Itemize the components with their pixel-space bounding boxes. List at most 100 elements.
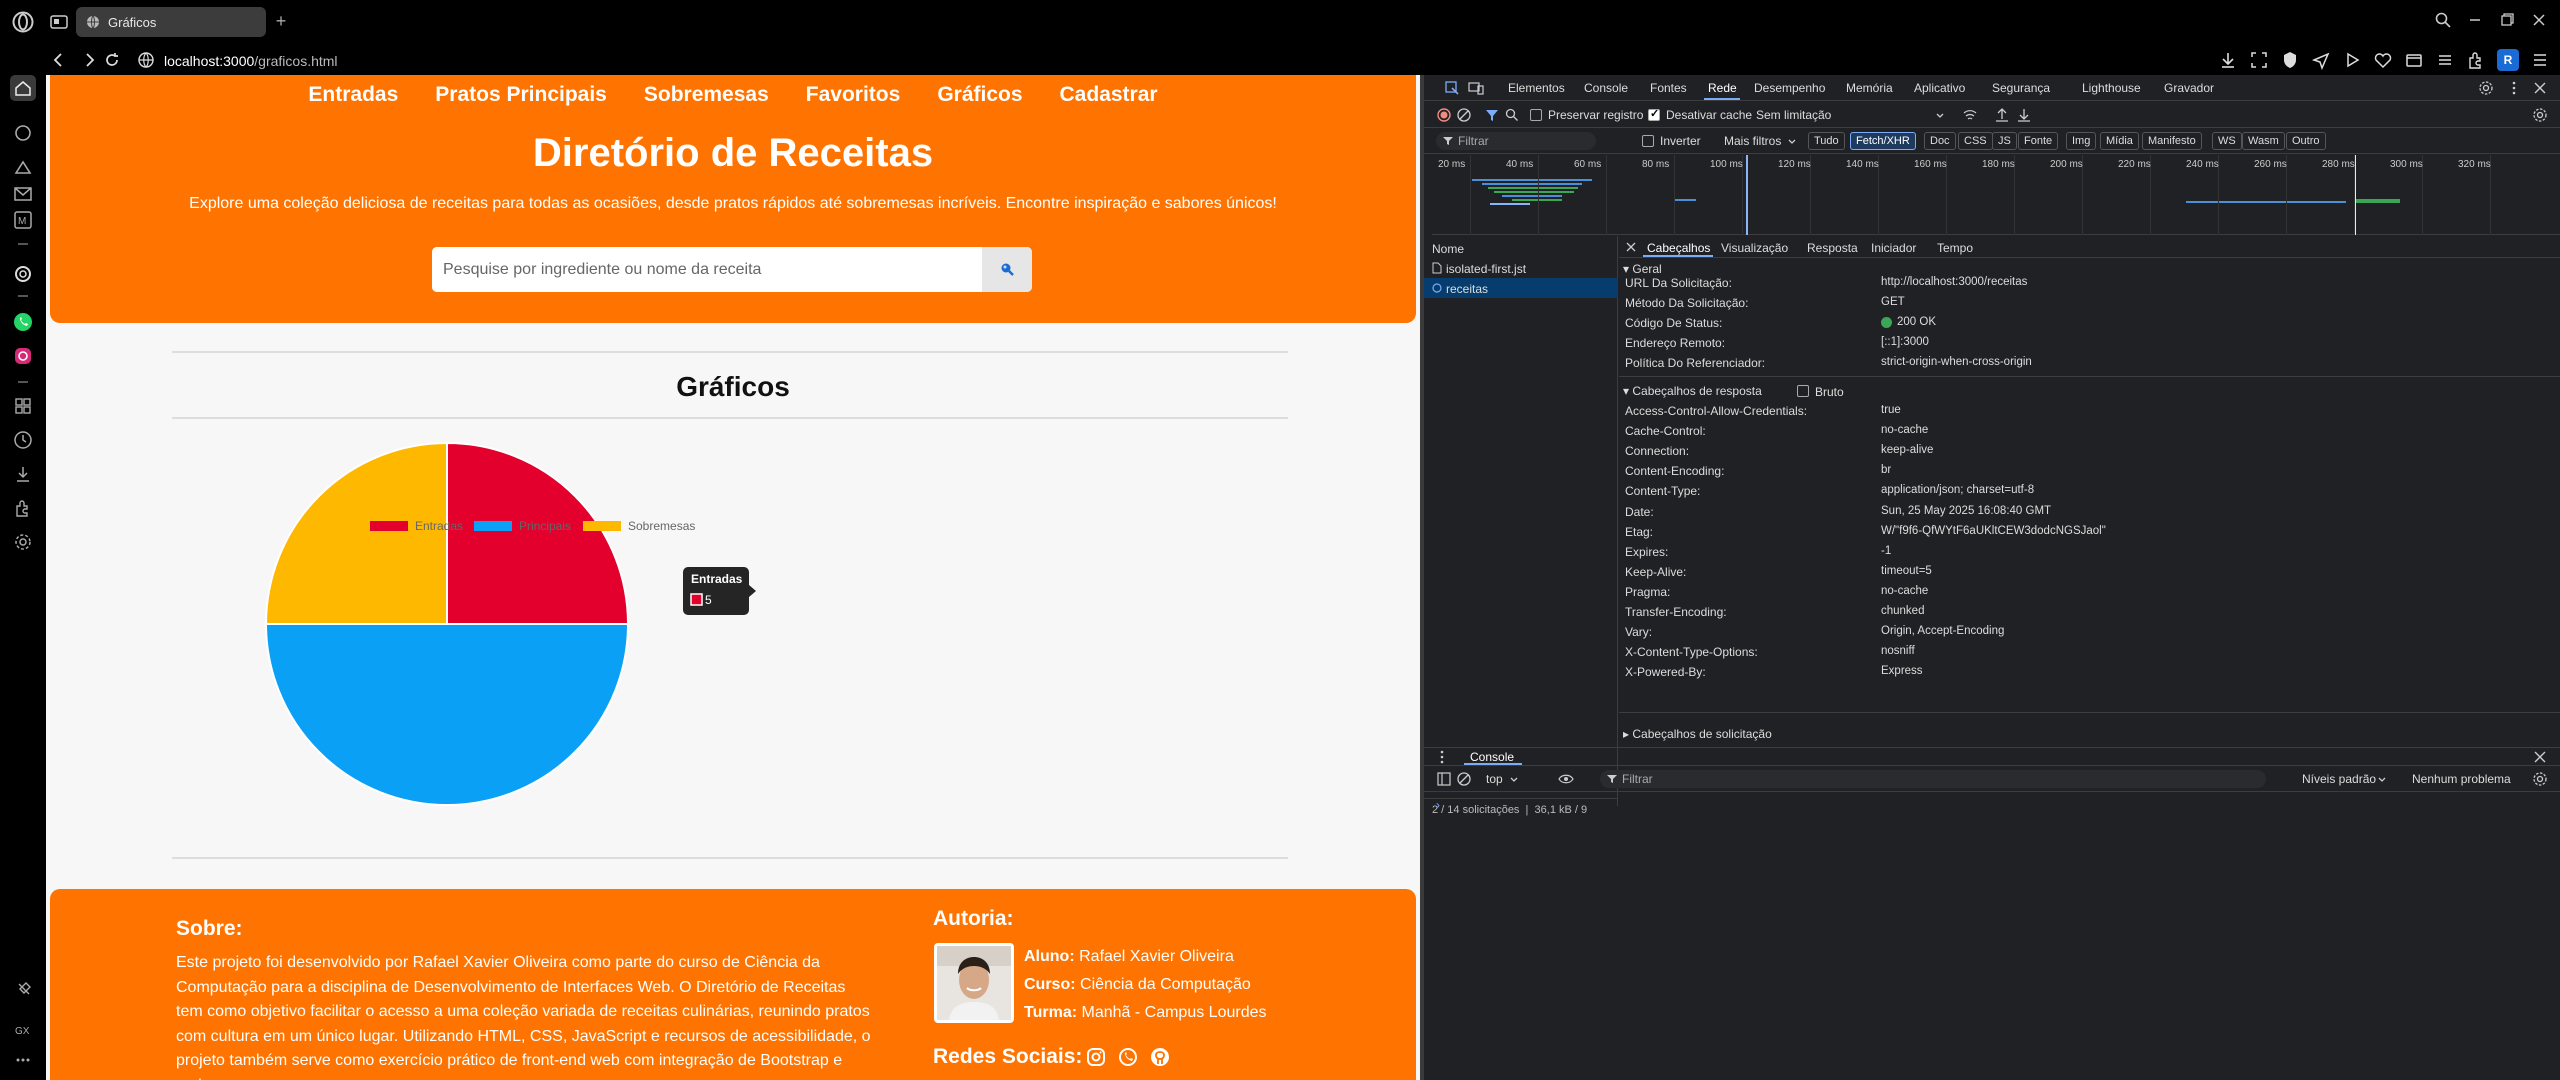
live-expression-eye-icon[interactable] xyxy=(1558,771,1574,787)
legend-swatch[interactable] xyxy=(474,521,512,531)
search-network-icon[interactable] xyxy=(1504,107,1520,123)
reload-icon[interactable] xyxy=(102,50,122,70)
chevron-down-icon[interactable] xyxy=(1784,133,1800,149)
network-filter-input[interactable]: Filtrar xyxy=(1436,132,1596,150)
details-tab-resposta[interactable]: Resposta xyxy=(1807,241,1858,255)
drawer-tab-console[interactable]: Console xyxy=(1470,750,1514,764)
name-column-header[interactable]: Nome xyxy=(1432,242,1464,256)
restore-icon[interactable] xyxy=(2498,10,2516,30)
network-overview-timeline[interactable]: 20 ms 40 ms 60 ms 80 ms 100 ms 120 ms 140 ms 16… xyxy=(1432,155,2560,235)
workspaces-grid-icon[interactable] xyxy=(12,395,34,417)
filter-icon[interactable] xyxy=(1484,107,1500,123)
settings-gear-icon[interactable] xyxy=(12,531,34,553)
history-clock-icon[interactable] xyxy=(12,429,34,451)
type-filter-wasm[interactable]: Wasm xyxy=(2242,132,2285,150)
devtools-tab-fontes[interactable]: Fontes xyxy=(1650,81,1687,95)
url-text[interactable]: localhost:3000/graficos.html xyxy=(164,53,338,69)
log-levels-select[interactable]: Níveis padrão xyxy=(2302,772,2376,786)
devtools-tab-desempenho[interactable]: Desempenho xyxy=(1754,81,1825,95)
clear-icon[interactable] xyxy=(1456,107,1472,123)
nav-link-sobremesas[interactable]: Sobremesas xyxy=(644,83,769,107)
record-stop-icon[interactable] xyxy=(1436,107,1452,123)
whatsapp-icon[interactable] xyxy=(12,311,34,333)
pie-slice-entradas[interactable] xyxy=(446,441,630,625)
details-tab-visualizacao[interactable]: Visualização xyxy=(1721,241,1788,255)
site-info-globe-icon[interactable] xyxy=(136,50,156,70)
search-button[interactable] xyxy=(982,247,1032,292)
nav-link-entradas[interactable]: Entradas xyxy=(308,83,398,107)
request-headers-toggle[interactable]: ▸ Cabeçalhos de solicitação xyxy=(1623,727,1772,741)
browser-tab-active[interactable]: Gráficos xyxy=(76,7,266,37)
clear-console-icon[interactable] xyxy=(1456,771,1472,787)
pie-slice-principais[interactable] xyxy=(264,623,630,806)
forward-icon[interactable] xyxy=(80,50,100,70)
home-icon[interactable] xyxy=(10,75,36,101)
issues-count[interactable]: Nenhum problema xyxy=(2412,772,2511,786)
devtools-tab-seguranca[interactable]: Segurança xyxy=(1992,81,2050,95)
minimize-icon[interactable] xyxy=(2466,10,2484,30)
details-tab-iniciador[interactable]: Iniciador xyxy=(1871,241,1916,255)
type-filter-doc[interactable]: Doc xyxy=(1924,132,1956,150)
nav-link-pratos-principais[interactable]: Pratos Principais xyxy=(435,83,607,107)
devtools-tab-elementos[interactable]: Elementos xyxy=(1508,81,1565,95)
aria-ai-icon[interactable] xyxy=(12,122,34,144)
details-tab-tempo[interactable]: Tempo xyxy=(1937,241,1973,255)
extensions-puzzle-icon[interactable] xyxy=(2466,50,2486,70)
tab-islands-icon[interactable] xyxy=(50,14,68,30)
type-filter-fonte[interactable]: Fonte xyxy=(2018,132,2059,150)
inspect-element-icon[interactable] xyxy=(1444,80,1460,96)
heart-icon[interactable] xyxy=(2373,50,2393,70)
console-filter-input[interactable]: Filtrar xyxy=(1600,770,2266,788)
export-har-icon[interactable] xyxy=(2016,107,2032,123)
type-filter-midia[interactable]: Mídia xyxy=(2100,132,2139,150)
close-window-icon[interactable] xyxy=(2530,10,2548,30)
profile-avatar[interactable]: R xyxy=(2497,49,2519,71)
network-conditions-icon[interactable] xyxy=(1962,107,1978,123)
devtools-close-icon[interactable] xyxy=(2532,80,2548,96)
devtools-tab-console[interactable]: Console xyxy=(1584,81,1628,95)
legend-label[interactable]: Principais xyxy=(519,519,571,533)
flow-icon[interactable] xyxy=(12,157,34,179)
new-tab-button[interactable]: + xyxy=(272,12,290,30)
type-filter-css[interactable]: CSS xyxy=(1958,132,1993,150)
network-settings-icon[interactable] xyxy=(2532,107,2548,123)
general-section-toggle[interactable]: ▾ Geral xyxy=(1623,262,1662,276)
type-filter-manifesto[interactable]: Manifesto xyxy=(2142,132,2202,150)
request-row-selected[interactable]: receitas xyxy=(1424,278,1618,298)
type-filter-fetch-xhr[interactable]: Fetch/XHR xyxy=(1850,132,1916,150)
drawer-menu-icon[interactable] xyxy=(1434,749,1450,765)
type-filter-outro[interactable]: Outro xyxy=(2286,132,2326,150)
more-filters-dropdown[interactable]: Mais filtros xyxy=(1724,134,1781,148)
nav-link-cadastrar[interactable]: Cadastrar xyxy=(1060,83,1158,107)
console-prompt[interactable]: › xyxy=(1436,798,1440,812)
extensions-icon[interactable] xyxy=(12,497,34,519)
back-icon[interactable] xyxy=(48,50,68,70)
mail-icon[interactable] xyxy=(12,183,34,205)
close-details-icon[interactable] xyxy=(1623,239,1639,255)
throttle-select[interactable]: Sem limitação xyxy=(1756,108,1831,122)
pin-icon[interactable] xyxy=(12,979,34,1001)
downloads-icon[interactable] xyxy=(12,463,34,485)
shield-icon[interactable] xyxy=(2280,50,2300,70)
response-headers-toggle[interactable]: ▾ Cabeçalhos de resposta xyxy=(1623,384,1762,398)
invert-checkbox[interactable] xyxy=(1642,135,1654,147)
recipe-search-input[interactable] xyxy=(432,247,982,292)
preserve-log-checkbox[interactable] xyxy=(1530,109,1542,121)
import-har-icon[interactable] xyxy=(1994,107,2010,123)
opera-logo-icon[interactable] xyxy=(12,11,34,33)
download-extension-icon[interactable] xyxy=(2218,50,2238,70)
play-icon[interactable] xyxy=(2342,50,2362,70)
nav-link-favoritos[interactable]: Favoritos xyxy=(806,83,901,107)
github-link-icon[interactable] xyxy=(1150,1047,1170,1067)
console-sidebar-icon[interactable] xyxy=(1436,771,1452,787)
close-drawer-icon[interactable] xyxy=(2532,749,2548,765)
type-filter-tudo[interactable]: Tudo xyxy=(1808,132,1845,150)
snapshot-icon[interactable] xyxy=(2249,50,2269,70)
box-icon[interactable] xyxy=(2404,50,2424,70)
devtools-tab-rede[interactable]: Rede xyxy=(1708,81,1737,95)
send-icon[interactable] xyxy=(2311,50,2331,70)
raw-checkbox[interactable] xyxy=(1797,385,1809,397)
more-dots-icon[interactable] xyxy=(12,1049,34,1071)
devtools-settings-icon[interactable] xyxy=(2478,80,2494,96)
type-filter-ws[interactable]: WS xyxy=(2212,132,2242,150)
